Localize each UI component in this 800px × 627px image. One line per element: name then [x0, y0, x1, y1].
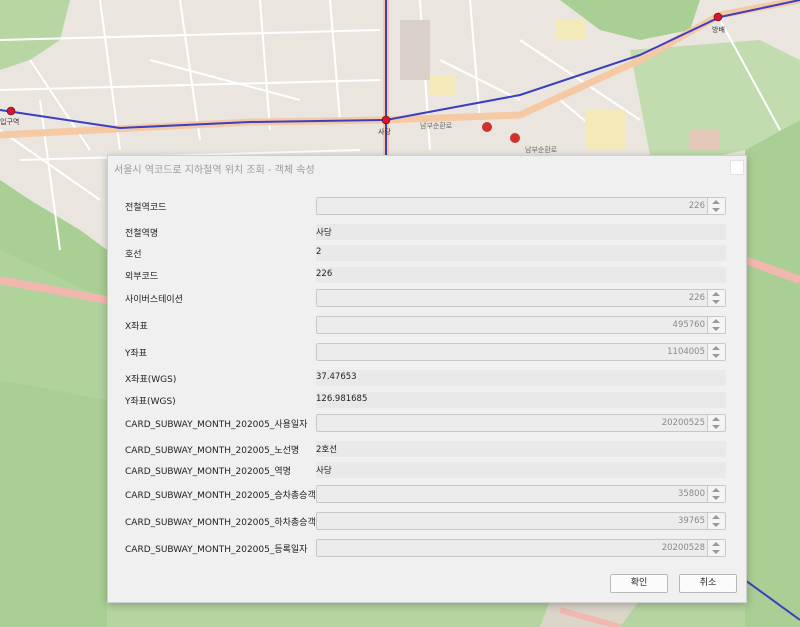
field-value: 126.981685 — [316, 394, 368, 404]
field-row: Y좌표(WGS) 126.981685 — [108, 388, 746, 412]
spin-up-icon[interactable] — [712, 346, 720, 350]
field-value: 39765 — [677, 516, 705, 526]
field-text[interactable]: 126.981685 — [316, 392, 726, 408]
field-text[interactable]: 사당 — [316, 462, 726, 478]
field-label: 사이버스테이션 — [125, 295, 183, 305]
spin-up-icon[interactable] — [712, 417, 720, 421]
field-label: 전철역명 — [125, 229, 159, 239]
field-label: Y좌표 — [125, 349, 148, 359]
field-spinbox[interactable]: 35800 — [316, 485, 726, 503]
field-text[interactable]: 2 — [316, 245, 726, 261]
field-spinbox[interactable]: 226 — [316, 197, 726, 215]
station-bangbae-icon[interactable] — [713, 12, 723, 22]
spin-buttons[interactable] — [707, 317, 725, 333]
field-label: CARD_SUBWAY_MONTH_202005_등록일자 — [125, 545, 308, 555]
field-value: 226 — [688, 201, 705, 211]
spin-up-icon[interactable] — [712, 515, 720, 519]
field-label: X좌표(WGS) — [125, 375, 177, 385]
field-value: 사당 — [316, 466, 332, 476]
station-sadang-icon[interactable] — [381, 115, 391, 125]
field-text[interactable]: 226 — [316, 267, 726, 283]
spin-up-icon[interactable] — [712, 488, 720, 492]
field-row: CARD_SUBWAY_MONTH_202005_등록일자 20200528 — [108, 536, 746, 560]
spin-buttons[interactable] — [707, 513, 725, 529]
station-bangbae-label: 방배 — [712, 25, 725, 34]
spin-up-icon[interactable] — [712, 542, 720, 546]
field-value: 1104005 — [667, 347, 705, 357]
field-label: CARD_SUBWAY_MONTH_202005_사용일자 — [125, 420, 308, 430]
field-value: 226 — [688, 293, 705, 303]
station-seoul-univ-icon[interactable] — [6, 106, 16, 116]
spin-up-icon[interactable] — [712, 292, 720, 296]
spin-down-icon[interactable] — [712, 354, 720, 358]
field-text[interactable]: 2호선 — [316, 441, 726, 457]
field-label: 외부코드 — [125, 272, 159, 282]
spin-down-icon[interactable] — [712, 208, 720, 212]
spin-down-icon[interactable] — [712, 300, 720, 304]
spin-down-icon[interactable] — [712, 425, 720, 429]
field-value: 2 — [316, 247, 322, 257]
cancel-button[interactable]: 취소 — [679, 574, 737, 593]
spin-buttons[interactable] — [707, 344, 725, 360]
field-text[interactable]: 사당 — [316, 224, 726, 240]
field-value: 20200528 — [661, 543, 705, 553]
spin-buttons[interactable] — [707, 486, 725, 502]
dialog-titlebar[interactable]: 서울시 역코드로 지하철역 위치 조회 - 객체 속성 — [108, 156, 746, 178]
field-row: 호선 2 — [108, 241, 746, 265]
field-value: 226 — [316, 269, 333, 279]
field-row: CARD_SUBWAY_MONTH_202005_사용일자 20200525 — [108, 411, 746, 435]
field-spinbox[interactable]: 1104005 — [316, 343, 726, 361]
field-value: 2호선 — [316, 445, 338, 455]
field-row: CARD_SUBWAY_MONTH_202005_역명 사당 — [108, 458, 746, 482]
field-label: CARD_SUBWAY_MONTH_202005_노선명 — [125, 446, 300, 456]
field-spinbox[interactable]: 495760 — [316, 316, 726, 334]
field-row: X좌표(WGS) 37.47653 — [108, 366, 746, 390]
field-label: 호선 — [125, 250, 142, 260]
close-button[interactable] — [730, 160, 744, 175]
field-value: 495760 — [672, 320, 705, 330]
field-spinbox[interactable]: 39765 — [316, 512, 726, 530]
field-row: 전철역코드 226 — [108, 194, 746, 218]
field-row: 외부코드 226 — [108, 263, 746, 287]
field-row: 사이버스테이션 226 — [108, 286, 746, 310]
field-label: X좌표 — [125, 322, 148, 332]
field-row: X좌표 495760 — [108, 313, 746, 337]
field-row: Y좌표 1104005 — [108, 340, 746, 364]
spin-down-icon[interactable] — [712, 523, 720, 527]
field-label: CARD_SUBWAY_MONTH_202005_승차총승객수 — [125, 491, 325, 501]
spin-buttons[interactable] — [707, 198, 725, 214]
ok-button[interactable]: 확인 — [610, 574, 668, 593]
road-label: 남부순환로 — [525, 145, 558, 154]
spin-buttons[interactable] — [707, 290, 725, 306]
field-spinbox[interactable]: 20200525 — [316, 414, 726, 432]
field-value: 35800 — [677, 489, 705, 499]
field-text[interactable]: 37.47653 — [316, 370, 726, 386]
field-spinbox[interactable]: 20200528 — [316, 539, 726, 557]
field-spinbox[interactable]: 226 — [316, 289, 726, 307]
spin-up-icon[interactable] — [712, 200, 720, 204]
spin-up-icon[interactable] — [712, 319, 720, 323]
field-value: 37.47653 — [316, 372, 357, 382]
road-label: 남부순환로 — [420, 121, 453, 130]
spin-down-icon[interactable] — [712, 327, 720, 331]
attribute-dialog: 서울시 역코드로 지하철역 위치 조회 - 객체 속성 전철역코드 226 전철역명… — [107, 155, 747, 603]
spin-down-icon[interactable] — [712, 496, 720, 500]
field-label: Y좌표(WGS) — [125, 397, 176, 407]
field-value: 사당 — [316, 228, 332, 238]
station-seoul-univ-label: 입구역 — [0, 117, 19, 126]
spin-buttons[interactable] — [707, 415, 725, 431]
field-value: 20200525 — [661, 418, 705, 428]
spin-buttons[interactable] — [707, 540, 725, 556]
field-label: CARD_SUBWAY_MONTH_202005_하차총승객수 — [125, 518, 325, 528]
field-label: CARD_SUBWAY_MONTH_202005_역명 — [125, 467, 291, 477]
station-sadang-label: 사당 — [378, 127, 391, 136]
spin-down-icon[interactable] — [712, 550, 720, 554]
field-row: CARD_SUBWAY_MONTH_202005_승차총승객수 35800 — [108, 482, 746, 506]
field-label: 전철역코드 — [125, 203, 167, 213]
dialog-title: 서울시 역코드로 지하철역 위치 조회 - 객체 속성 — [114, 165, 315, 176]
field-row: CARD_SUBWAY_MONTH_202005_하차총승객수 39765 — [108, 509, 746, 533]
